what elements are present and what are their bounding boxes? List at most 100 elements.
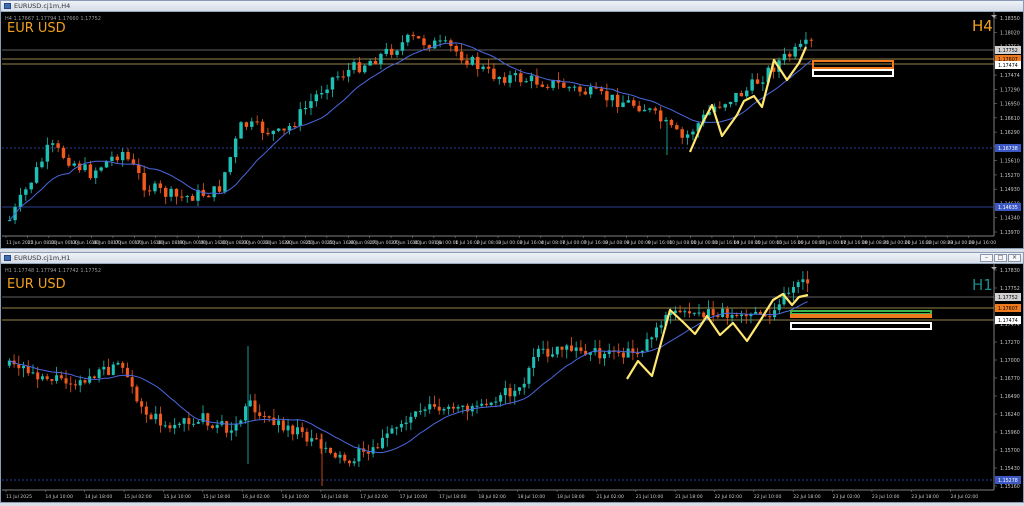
bull-candle — [120, 151, 125, 161]
bull-candle — [567, 87, 571, 89]
bull-candle — [603, 353, 607, 359]
bull-candle — [798, 43, 803, 47]
bull-candle — [40, 376, 44, 380]
bull-candle — [494, 401, 498, 403]
bull-candle — [24, 189, 28, 195]
time-axis-label: 21 Jul 02:00 — [596, 494, 624, 500]
price-axis-label: 1.17830 — [1000, 268, 1020, 274]
price-axis-label: 1.15160 — [1000, 484, 1020, 490]
bear-candle — [598, 348, 602, 359]
bear-candle — [168, 425, 172, 429]
bull-candle — [524, 81, 528, 83]
time-axis-label: 22 Jul 10:00 — [754, 494, 782, 500]
bear-candle — [281, 420, 285, 431]
bear-candle — [187, 418, 191, 425]
bull-candle — [721, 308, 725, 317]
bear-candle — [540, 84, 545, 87]
window-titlebar[interactable]: EURUSD.cj1m,H1 – □ × — [1, 253, 1023, 264]
bull-candle — [169, 188, 173, 197]
chart-window-icon — [4, 255, 11, 261]
bull-candle — [697, 312, 701, 314]
bear-candle — [190, 195, 195, 201]
price-tag-text-orange: 1.17607 — [998, 306, 1018, 312]
h4-chart-svg[interactable]: H4 1.17667 1.17794 1.17660 1.17752EUR US… — [2, 12, 1022, 248]
bear-candle — [107, 366, 111, 376]
bull-candle — [196, 421, 200, 424]
bull-candle — [801, 279, 805, 283]
bull-candle — [379, 53, 383, 65]
time-axis-label: 23 Jul 10:00 — [872, 494, 900, 500]
symbol-label: EUR USD — [7, 277, 66, 292]
chart-window-h1[interactable]: EURUSD.cj1m,H1 – □ × H1 1.17748 1.17794 … — [0, 252, 1024, 503]
bull-candle — [517, 387, 522, 391]
bull-candle — [325, 89, 329, 94]
price-axis-label: 1.13970 — [1000, 230, 1020, 236]
bull-candle — [185, 195, 189, 197]
bull-candle — [648, 108, 652, 110]
window-titlebar[interactable]: EURUSD.cj1m,H4 — [1, 1, 1023, 12]
bull-candle — [442, 408, 446, 411]
bull-candle — [357, 448, 361, 462]
minimize-button[interactable]: – — [980, 254, 993, 262]
chart-area[interactable]: H1 1.17748 1.17794 1.17742 1.17752 EUR US… — [2, 264, 1022, 506]
bear-candle — [225, 421, 229, 433]
bull-candle — [804, 39, 808, 44]
window-title: EURUSD.cj1m,H1 — [14, 254, 71, 262]
bear-candle — [56, 143, 60, 148]
time-axis-label: 17 Jul 10:00 — [400, 494, 428, 500]
bear-candle — [305, 431, 309, 442]
bear-candle — [244, 122, 249, 127]
bear-candle — [88, 164, 93, 179]
bull-candle — [664, 119, 668, 122]
bear-candle — [357, 62, 362, 73]
bear-candle — [376, 447, 380, 449]
maximize-button[interactable]: □ — [994, 254, 1007, 262]
bear-candle — [476, 56, 480, 70]
bull-candle — [330, 77, 335, 90]
bull-candle — [215, 424, 219, 428]
chart-window-h4[interactable]: EURUSD.cj1m,H4 H4 1.17667 1.17794 1.1766… — [0, 0, 1024, 249]
close-button[interactable]: × — [1008, 254, 1021, 262]
bull-candle — [192, 423, 196, 425]
bull-candle — [83, 164, 87, 171]
chart-area[interactable]: H4 1.17667 1.17794 1.17660 1.17752 EUR US… — [2, 12, 1022, 252]
price-axis-label: 1.16770 — [1000, 376, 1020, 382]
bull-candle — [734, 92, 738, 102]
h1-chart-svg[interactable]: H1 1.17748 1.17794 1.17742 1.17752 EUR US… — [2, 264, 1022, 502]
bull-candle — [621, 102, 625, 108]
bear-candle — [437, 406, 441, 411]
time-axis-label: 16 Jul 18:00 — [321, 494, 349, 500]
bear-candle — [562, 82, 566, 88]
bull-candle — [239, 122, 243, 139]
bull-candle — [399, 423, 403, 428]
bull-candle — [475, 405, 479, 407]
bear-candle — [36, 372, 40, 380]
bull-candle — [78, 380, 82, 386]
bull-candle — [110, 156, 114, 161]
bear-candle — [266, 132, 270, 135]
bull-candle — [363, 65, 367, 73]
price-axis-label: 1.17000 — [1000, 358, 1020, 364]
time-axis-label: 14 Jul 10:00 — [45, 494, 73, 500]
bear-candle — [180, 196, 184, 198]
bull-candle — [555, 346, 559, 355]
bull-candle — [346, 69, 351, 77]
bull-candle — [229, 430, 233, 433]
price-axis-label: 1.15610 — [1000, 159, 1020, 165]
bull-candle — [400, 42, 405, 51]
time-axis-label: 23 Jul 02:00 — [833, 494, 861, 500]
time-axis-label: 17 Jul 02:00 — [360, 494, 388, 500]
bear-candle — [293, 125, 297, 127]
bear-candle — [711, 309, 715, 316]
bull-candle — [223, 172, 227, 192]
bull-candle — [532, 357, 536, 368]
bear-candle — [50, 379, 54, 381]
bull-candle — [94, 170, 98, 179]
time-axis-label: 18 Jul 10:00 — [518, 494, 546, 500]
bear-candle — [159, 413, 163, 426]
bear-candle — [140, 401, 144, 407]
bear-candle — [341, 76, 345, 78]
bull-candle — [72, 163, 76, 166]
bull-candle — [384, 48, 389, 54]
bull-candle — [551, 354, 555, 357]
